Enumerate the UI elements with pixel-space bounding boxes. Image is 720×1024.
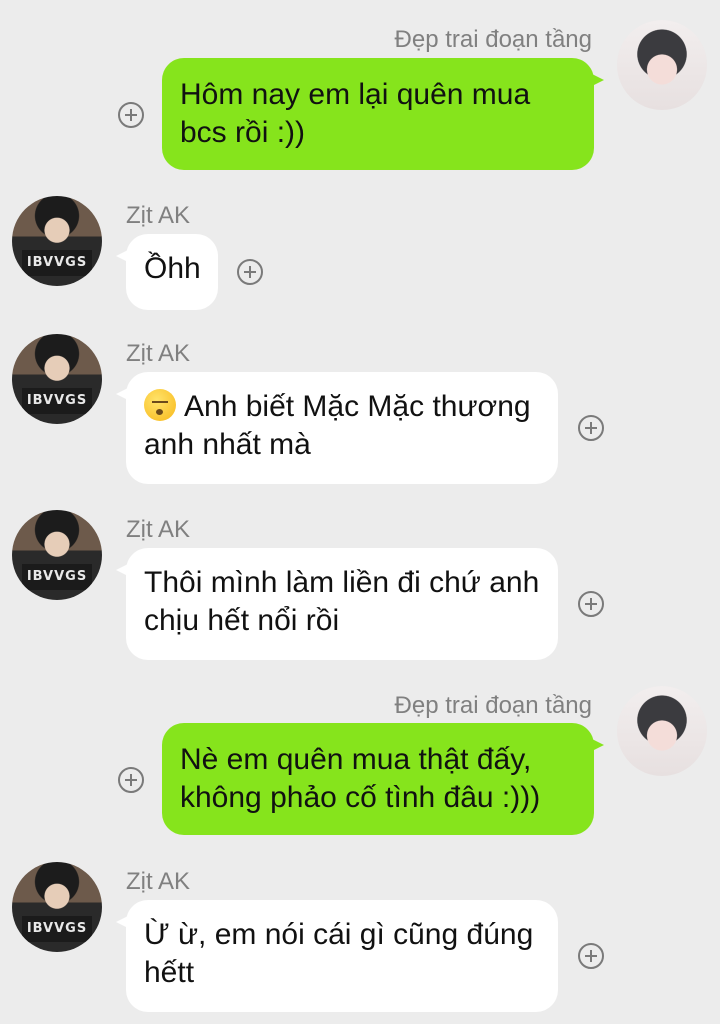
message-bubble[interactable]: Thôi mình làm liền đi chứ anh chịu hết n… [116,548,558,660]
avatar-shirt-text: IBVVGS [22,388,92,414]
add-reaction-icon[interactable] [237,259,263,285]
message-text: Anh biết Mặc Mặc thương anh nhất mà [144,390,531,461]
avatar[interactable]: IBVVGS [12,334,102,424]
avatar[interactable]: IBVVGS [12,862,102,952]
sender-name: Zịt AK [126,868,191,895]
sender-name: Zịt AK [126,202,191,229]
add-reaction-icon[interactable] [118,767,144,793]
sender-name: Đẹp trai đoạn tầng [394,26,592,53]
sender-name: Đẹp trai đoạn tầng [394,692,592,719]
message-bubble[interactable]: Ồhh [116,234,218,310]
avatar[interactable] [617,20,707,110]
add-reaction-icon[interactable] [578,591,604,617]
avatar[interactable]: IBVVGS [12,196,102,286]
message-bubble[interactable]: Hôm nay em lại quên mua bcs rồi :)) [162,58,604,170]
avatar-shirt-text: IBVVGS [22,564,92,590]
message-bubble[interactable]: Ừ ừ, em nói cái gì cũng đúng hếtt [116,900,558,1012]
avatar-shirt-text: IBVVGS [22,916,92,942]
avatar[interactable]: IBVVGS [12,510,102,600]
sender-name: Zịt AK [126,340,191,367]
add-reaction-icon[interactable] [118,102,144,128]
kissing-face-icon [144,389,176,421]
sender-name: Zịt AK [126,516,191,543]
message-bubble[interactable]: Anh biết Mặc Mặc thương anh nhất mà [116,372,558,484]
message-bubble[interactable]: Nè em quên mua thật đấy, không phảo cố t… [162,723,604,835]
add-reaction-icon[interactable] [578,415,604,441]
avatar-shirt-text: IBVVGS [22,250,92,276]
avatar[interactable] [617,686,707,776]
add-reaction-icon[interactable] [578,943,604,969]
